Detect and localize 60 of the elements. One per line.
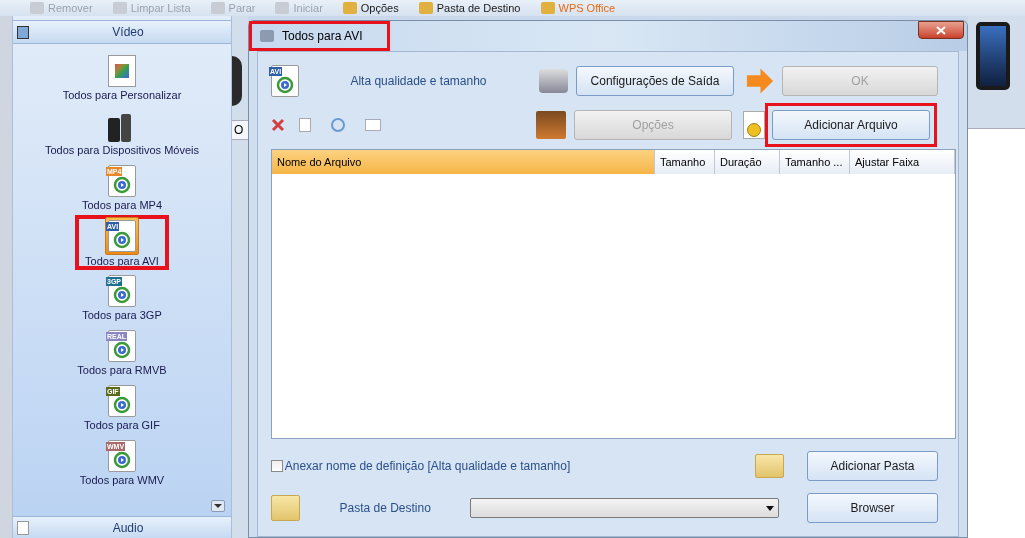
destination-label: Pasta de Destino — [338, 500, 432, 517]
dropdown-arrow-icon — [766, 505, 774, 511]
sidebar-title: Audio — [111, 519, 145, 537]
sidebar-footer[interactable]: Audio — [13, 516, 231, 538]
window-title: Todos para AVI — [282, 28, 363, 45]
sidebar-item-label: Todos para RMVB — [77, 364, 167, 377]
close-button[interactable] — [918, 21, 964, 39]
sidebar-header[interactable]: Vídeo — [13, 20, 231, 44]
action-button[interactable]: Adicionar Pasta — [807, 451, 938, 481]
file-remove-icon[interactable] — [299, 118, 311, 132]
arrow-icon — [745, 67, 774, 95]
sidebar-item-label: Todos para GIF — [84, 419, 160, 432]
delete-icon[interactable] — [271, 118, 285, 132]
toolbar-icon[interactable] — [112, 2, 127, 14]
file-icon — [108, 55, 136, 87]
action-button[interactable]: Browser — [807, 493, 938, 523]
sidebar-title: Vídeo — [111, 24, 145, 41]
add-file-icon[interactable] — [743, 111, 765, 139]
toolbar-button[interactable]: Pasta de Destino — [436, 1, 521, 15]
preset-label: Alta qualidade e tamanho — [349, 73, 488, 90]
sidebar-item-label: Todos para MP4 — [81, 199, 163, 212]
sidebar-item-label: Todos para 3GP — [82, 309, 162, 322]
play-disc-icon — [113, 176, 131, 194]
play-disc-icon — [113, 396, 131, 414]
sidebar-item-label: Todos para Personalizar — [62, 89, 182, 102]
info-icon[interactable] — [365, 119, 381, 131]
play-disc-icon — [113, 286, 131, 304]
scroll-down-icon[interactable] — [211, 500, 225, 512]
action-button[interactable]: Adicionar Arquivo — [772, 110, 930, 140]
folder-icon — [271, 495, 301, 521]
sidebar-item[interactable]: Todos para Personalizar — [62, 53, 182, 102]
app-icon — [260, 30, 274, 42]
play-disc-icon — [113, 451, 131, 469]
toolbar-icon[interactable] — [210, 2, 225, 14]
column-header[interactable]: Nome do Arquivo — [272, 150, 655, 174]
action-button[interactable]: Configurações de Saída — [576, 66, 734, 96]
sidebar-item-label: Todos para AVI — [85, 255, 159, 268]
destination-dropdown[interactable] — [470, 498, 779, 518]
toolbar-icon[interactable] — [342, 2, 357, 14]
toolbar-icon[interactable] — [275, 2, 290, 14]
checkbox[interactable] — [271, 460, 283, 472]
phone-drawing — [976, 22, 1010, 90]
close-icon — [936, 25, 946, 35]
play-disc-icon — [113, 341, 131, 359]
toolbar-icon[interactable] — [418, 2, 433, 14]
column-header[interactable]: Ajustar Faixa — [850, 150, 955, 174]
background-tab[interactable]: O — [232, 120, 248, 140]
sidebar-item[interactable]: Todos para Dispositivos Móveis — [44, 108, 200, 157]
toolbar-icon[interactable] — [540, 2, 555, 14]
toolbar-button[interactable]: Opções — [360, 1, 399, 15]
play-disc-icon — [113, 231, 131, 249]
column-header[interactable]: Duração — [715, 150, 780, 174]
checkbox-label: Anexar nome de definição [Alta qualidade e tamanho] — [284, 458, 572, 475]
column-header[interactable]: Tamanho — [655, 150, 715, 174]
folder-add-icon — [754, 454, 784, 478]
column-header[interactable]: Tamanho ... — [780, 150, 850, 174]
play-disc-icon — [276, 76, 294, 94]
sidebar-item-label: Todos para WMV — [79, 474, 165, 487]
sidebar-item-label: Todos para Dispositivos Móveis — [44, 144, 200, 157]
speaker-drawing — [232, 56, 242, 106]
